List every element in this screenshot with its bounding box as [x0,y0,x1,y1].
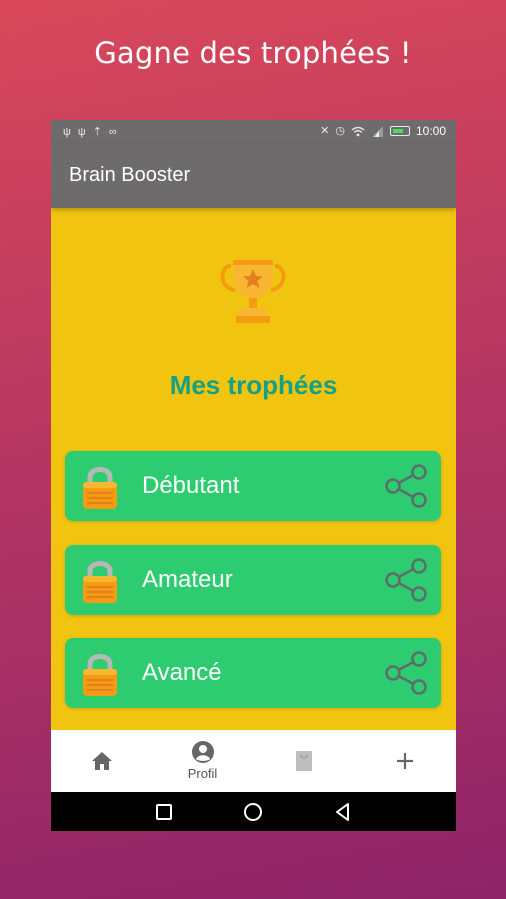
padlock-icon [83,561,117,603]
share-icon[interactable] [383,651,429,695]
app-bar: Brain Booster [51,144,456,208]
nav-profile-label: Profil [187,766,218,781]
home-icon [91,752,112,770]
app-title: Brain Booster [69,164,191,186]
phone-screen: ψ ψ ⇡ ∞ ✕ ◷ 10:00 Brain Booster Mes trop… [51,120,456,831]
wifi-icon [351,126,365,136]
trophy-icon [220,260,286,323]
trophy-label: Débutant [142,472,240,499]
back-icon[interactable] [332,801,354,823]
nav-add[interactable] [354,730,455,792]
nav-shop[interactable] [253,730,354,792]
padlock-icon [83,467,117,509]
nav-profile[interactable]: Profil [152,730,253,792]
recents-icon[interactable] [153,801,175,823]
status-bar: ψ ψ ⇡ ∞ ✕ ◷ 10:00 [51,120,456,144]
promo-headline: Gagne des trophées ! [94,36,412,70]
mute-icon: ✕ [320,125,330,137]
usb-icon: ψ [63,126,71,138]
trophy-label: Avancé [142,659,222,686]
trophy-card-avance[interactable]: Avancé [65,638,441,708]
trophy-label: Amateur [142,566,233,593]
voicemail-icon: ∞ [108,126,117,138]
share-icon[interactable] [383,464,429,508]
usb-icon: ψ [77,126,86,138]
shopping-bag-icon [295,751,312,771]
battery-icon [389,126,410,136]
plus-icon [396,753,413,769]
system-navigation-bar [51,792,456,831]
section-title: Mes trophées [169,370,338,400]
trophy-card-amateur[interactable]: Amateur [65,545,441,615]
padlock-icon [83,654,117,696]
status-time: 10:00 [415,124,446,138]
upload-icon: ⇡ [92,126,102,138]
account-circle-icon [191,741,214,763]
signal-icon [371,125,383,137]
bottom-navigation: Profil [51,730,456,792]
home-circle-icon[interactable] [242,801,264,823]
nav-home[interactable] [51,730,152,792]
alarm-icon: ◷ [335,125,345,137]
share-icon[interactable] [383,558,429,602]
trophy-card-debutant[interactable]: Débutant [65,451,441,521]
